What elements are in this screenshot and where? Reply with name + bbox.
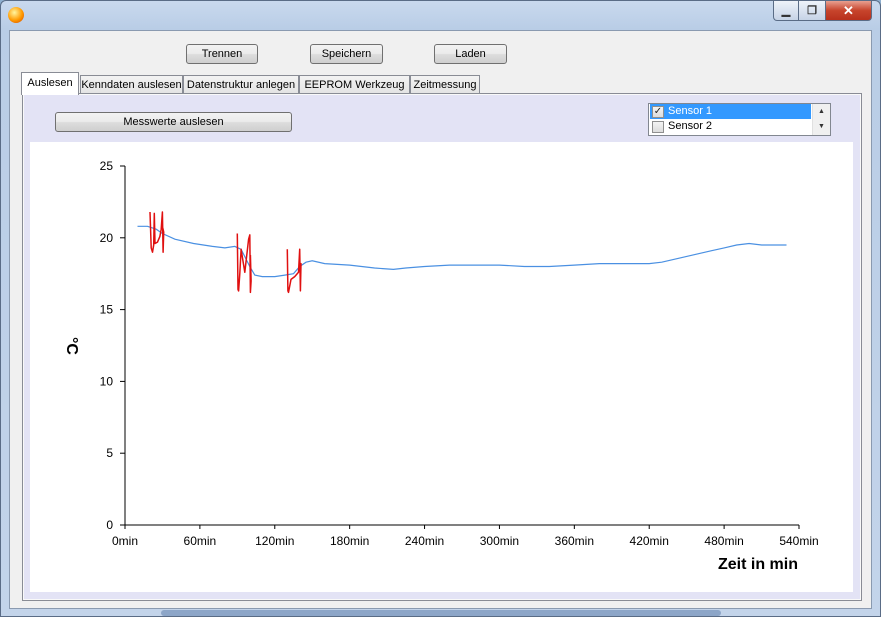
temperature-chart: 0 5 10 15 20 25 0min 60min 120min 180min 240min 300…	[63, 159, 819, 573]
freehand-annotation	[149, 211, 165, 253]
y-axis-label: °C	[63, 337, 80, 355]
maximize-button[interactable]: ❐	[798, 1, 826, 21]
tab-zeitmessung[interactable]: Zeitmessung	[410, 75, 480, 94]
client-area: Trennen Speichern Laden Auslesen Kenndat…	[9, 30, 872, 609]
y-tick-label: 25	[100, 159, 114, 173]
freehand-annotation	[286, 248, 302, 294]
checkbox-checked-icon[interactable]: ✓	[652, 106, 664, 118]
y-tick-label: 15	[100, 303, 114, 317]
minimize-button[interactable]: ▁	[773, 1, 799, 21]
chart-area: 0 5 10 15 20 25 0min 60min 120min 180min 240min 300…	[30, 142, 853, 592]
tab-auslesen[interactable]: Auslesen	[21, 72, 79, 95]
y-tick-label: 10	[100, 374, 114, 388]
tab-eeprom-werkzeug[interactable]: EEPROM Werkzeug	[299, 75, 410, 94]
y-tick-label: 20	[100, 231, 114, 245]
taskbar-strip	[161, 610, 721, 616]
app-window: ▁ ❐ ✕ Trennen Speichern Laden Auslesen K…	[0, 0, 881, 617]
x-axis-label: Zeit in min	[718, 556, 798, 573]
tab-datenstruktur-anlegen[interactable]: Datenstruktur anlegen	[183, 75, 299, 94]
list-item-label: Sensor 1	[668, 105, 713, 117]
x-tick-label: 360min	[555, 534, 594, 548]
y-tick-label: 5	[106, 446, 113, 460]
list-item-sensor-1[interactable]: ✓ Sensor 1	[650, 104, 811, 119]
app-icon[interactable]	[8, 7, 24, 23]
x-tick-label: 300min	[480, 534, 519, 548]
freehand-annotation	[236, 233, 252, 294]
tab-kenndaten-auslesen[interactable]: Kenndaten auslesen	[80, 75, 183, 94]
x-tick-label: 60min	[184, 534, 217, 548]
read-values-button[interactable]: Messwerte auslesen	[55, 112, 292, 132]
disconnect-button[interactable]: Trennen	[186, 44, 258, 64]
tabpanel-auslesen: Messwerte auslesen ✓ Sensor 1 Sensor 2 ▲…	[22, 93, 862, 601]
sensor-checklist[interactable]: ✓ Sensor 1 Sensor 2 ▲ ▼	[648, 103, 831, 136]
list-item-sensor-2[interactable]: Sensor 2	[650, 119, 811, 134]
x-tick-label: 180min	[330, 534, 369, 548]
scroll-down-arrow-icon[interactable]: ▼	[813, 119, 830, 134]
panel-background: Messwerte auslesen ✓ Sensor 1 Sensor 2 ▲…	[24, 95, 860, 599]
x-tick-label: 240min	[405, 534, 444, 548]
list-item-label: Sensor 2	[668, 120, 713, 132]
y-tick-label: 0	[106, 518, 113, 532]
x-tick-label: 120min	[255, 534, 294, 548]
scroll-up-arrow-icon[interactable]: ▲	[813, 104, 830, 119]
checkbox-unchecked-icon[interactable]	[652, 121, 664, 133]
x-tick-label: 420min	[630, 534, 669, 548]
list-scrollbar[interactable]: ▲ ▼	[812, 104, 830, 135]
close-button[interactable]: ✕	[825, 1, 872, 21]
load-button[interactable]: Laden	[434, 44, 507, 64]
x-tick-label: 0min	[112, 534, 138, 548]
x-tick-label: 540min	[779, 534, 818, 548]
x-tick-label: 480min	[704, 534, 743, 548]
save-button[interactable]: Speichern	[310, 44, 383, 64]
temperature-series-line	[137, 225, 787, 278]
